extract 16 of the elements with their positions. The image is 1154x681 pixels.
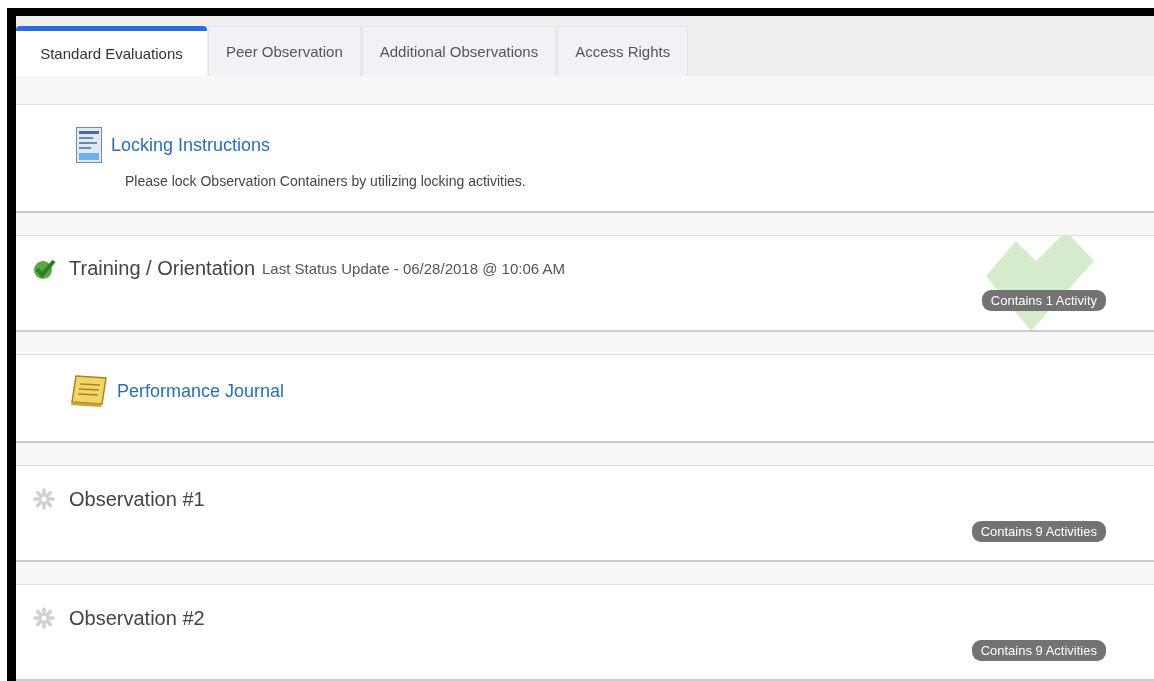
performance-journal-link[interactable]: Performance Journal: [117, 380, 285, 402]
notepad-icon: [70, 374, 108, 408]
activity-count-badge: Contains 9 Activities: [971, 640, 1106, 661]
activity-count-badge: Contains 9 Activities: [971, 521, 1106, 542]
tab[interactable]: Peer Observation: [208, 26, 361, 76]
tab[interactable]: Standard Evaluations: [16, 26, 207, 76]
activity-count-badge: Contains 1 Activity: [981, 290, 1106, 311]
form-icon: [76, 127, 102, 163]
status-update-text: Last Status Update - 06/28/2018 @ 10:06 AM: [262, 260, 565, 277]
container-title: Observation #1: [69, 487, 205, 511]
tab[interactable]: Additional Observations: [361, 26, 557, 76]
instructions-text: Please lock Observation Containers by utilizing locking activities.: [125, 173, 527, 189]
tab[interactable]: Access Rights: [557, 26, 689, 76]
container-title: Training / Orientation: [69, 257, 255, 280]
container-title: Observation #2: [69, 606, 205, 630]
locking-instructions-link[interactable]: Locking Instructions: [111, 134, 271, 156]
